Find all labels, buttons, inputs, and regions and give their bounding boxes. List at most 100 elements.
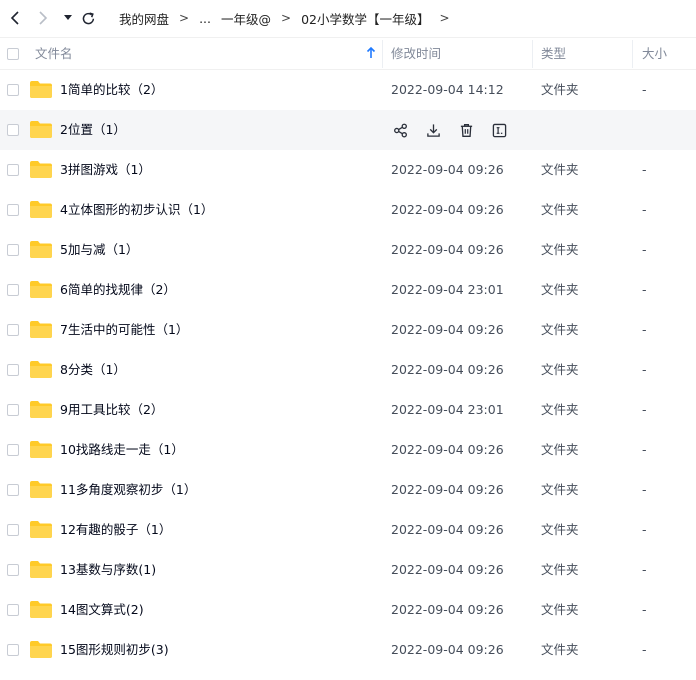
delete-button[interactable] [457, 121, 475, 139]
breadcrumb: 我的网盘 > ... 一年级@ > 02小学数学【一年级】 > [119, 9, 460, 27]
folder-icon [30, 521, 52, 538]
file-size: - [642, 362, 647, 377]
row-checkbox[interactable] [7, 84, 19, 96]
file-row[interactable]: 11多角度观察初步（1） 2022-09-04 09:26 文件夹 - [0, 470, 696, 510]
column-divider[interactable] [382, 40, 383, 68]
file-size: - [642, 82, 647, 97]
column-divider[interactable] [532, 40, 533, 68]
folder-icon [30, 321, 52, 338]
file-size: - [642, 482, 647, 497]
row-checkbox[interactable] [7, 404, 19, 416]
file-name[interactable]: 7生活中的可能性（1） [60, 310, 188, 350]
file-mtime: 2022-09-04 09:26 [391, 322, 504, 337]
file-row[interactable]: 6简单的找规律（2） 2022-09-04 23:01 文件夹 - [0, 270, 696, 310]
file-name[interactable]: 14图文算式(2) [60, 590, 144, 630]
row-checkbox[interactable] [7, 604, 19, 616]
file-row[interactable]: 10找路线走一走（1） 2022-09-04 09:26 文件夹 - [0, 430, 696, 470]
back-button[interactable] [7, 9, 23, 27]
trash-icon [460, 123, 472, 137]
file-type: 文件夹 [541, 322, 579, 337]
file-type: 文件夹 [541, 282, 579, 297]
file-size: - [642, 602, 647, 617]
file-type: 文件夹 [541, 202, 579, 217]
file-name[interactable]: 1简单的比较（2） [60, 70, 163, 110]
row-checkbox[interactable] [7, 244, 19, 256]
download-icon [426, 123, 440, 137]
row-checkbox[interactable] [7, 284, 19, 296]
file-row[interactable]: 7生活中的可能性（1） 2022-09-04 09:26 文件夹 - [0, 310, 696, 350]
file-name[interactable]: 9用工具比较（2） [60, 390, 163, 430]
forward-button[interactable] [35, 9, 51, 27]
file-mtime: 2022-09-04 09:26 [391, 522, 504, 537]
select-all-checkbox[interactable] [7, 48, 19, 60]
file-size: - [642, 402, 647, 417]
file-row[interactable]: 3拼图游戏（1） 2022-09-04 09:26 文件夹 - [0, 150, 696, 190]
breadcrumb-root[interactable]: 我的网盘 [119, 9, 169, 28]
file-size: - [642, 162, 647, 177]
file-row[interactable]: 9用工具比较（2） 2022-09-04 23:01 文件夹 - [0, 390, 696, 430]
file-row[interactable]: 5加与减（1） 2022-09-04 09:26 文件夹 - [0, 230, 696, 270]
file-mtime: 2022-09-04 23:01 [391, 282, 504, 297]
folder-icon [30, 401, 52, 418]
download-button[interactable] [424, 121, 442, 139]
row-checkbox[interactable] [7, 484, 19, 496]
share-button[interactable] [391, 121, 409, 139]
file-mtime: 2022-09-04 14:12 [391, 82, 504, 97]
file-mtime: 2022-09-04 09:26 [391, 242, 504, 257]
row-checkbox[interactable] [7, 124, 19, 136]
file-row[interactable]: 14图文算式(2) 2022-09-04 09:26 文件夹 - [0, 590, 696, 630]
file-name[interactable]: 13基数与序数(1) [60, 550, 156, 590]
rename-button[interactable] [490, 121, 508, 139]
folder-icon [30, 641, 52, 658]
file-name[interactable]: 8分类（1） [60, 350, 126, 390]
file-name[interactable]: 11多角度观察初步（1） [60, 470, 196, 510]
file-size: - [642, 442, 647, 457]
column-header-type[interactable]: 类型 [541, 38, 566, 69]
row-checkbox[interactable] [7, 204, 19, 216]
folder-icon [30, 481, 52, 498]
file-name[interactable]: 5加与减（1） [60, 230, 138, 270]
file-size: - [642, 202, 647, 217]
file-mtime: 2022-09-04 09:26 [391, 642, 504, 657]
row-checkbox[interactable] [7, 524, 19, 536]
file-size: - [642, 282, 647, 297]
history-dropdown-button[interactable] [60, 9, 76, 27]
file-row[interactable]: 15图形规则初步(3) 2022-09-04 09:26 文件夹 - [0, 630, 696, 670]
row-checkbox[interactable] [7, 364, 19, 376]
column-divider[interactable] [632, 40, 633, 68]
file-row[interactable]: 2位置（1） [0, 110, 696, 150]
file-row[interactable]: 8分类（1） 2022-09-04 09:26 文件夹 - [0, 350, 696, 390]
file-name[interactable]: 15图形规则初步(3) [60, 630, 169, 670]
file-row[interactable]: 12有趣的骰子（1） 2022-09-04 09:26 文件夹 - [0, 510, 696, 550]
row-checkbox[interactable] [7, 324, 19, 336]
file-row[interactable]: 1简单的比较（2） 2022-09-04 14:12 文件夹 - [0, 70, 696, 110]
row-checkbox[interactable] [7, 644, 19, 656]
sort-ascending-icon[interactable] [366, 46, 376, 60]
file-row[interactable]: 13基数与序数(1) 2022-09-04 09:26 文件夹 - [0, 550, 696, 590]
file-name[interactable]: 3拼图游戏（1） [60, 150, 151, 190]
breadcrumb-current[interactable]: 02小学数学【一年级】 [301, 9, 429, 28]
row-checkbox[interactable] [7, 444, 19, 456]
folder-icon [30, 361, 52, 378]
column-header-mtime[interactable]: 修改时间 [391, 38, 441, 69]
refresh-icon [82, 11, 94, 24]
file-name[interactable]: 12有趣的骰子（1） [60, 510, 171, 550]
file-name[interactable]: 4立体图形的初步认识（1） [60, 190, 213, 230]
folder-icon [30, 241, 52, 258]
file-type: 文件夹 [541, 442, 579, 457]
breadcrumb-ellipsis[interactable]: ... [199, 11, 211, 26]
file-name[interactable]: 2位置（1） [60, 110, 126, 150]
row-checkbox[interactable] [7, 164, 19, 176]
file-name[interactable]: 6简单的找规律（2） [60, 270, 176, 310]
file-row[interactable]: 4立体图形的初步认识（1） 2022-09-04 09:26 文件夹 - [0, 190, 696, 230]
file-mtime: 2022-09-04 09:26 [391, 482, 504, 497]
breadcrumb-separator: > [439, 11, 450, 25]
file-name[interactable]: 10找路线走一走（1） [60, 430, 184, 470]
file-type: 文件夹 [541, 362, 579, 377]
breadcrumb-grade[interactable]: 一年级@ [211, 9, 271, 28]
column-header-size[interactable]: 大小 [642, 38, 667, 69]
refresh-button[interactable] [80, 9, 96, 27]
column-header-name[interactable]: 文件名 [35, 38, 73, 69]
row-checkbox[interactable] [7, 564, 19, 576]
file-type: 文件夹 [541, 482, 579, 497]
